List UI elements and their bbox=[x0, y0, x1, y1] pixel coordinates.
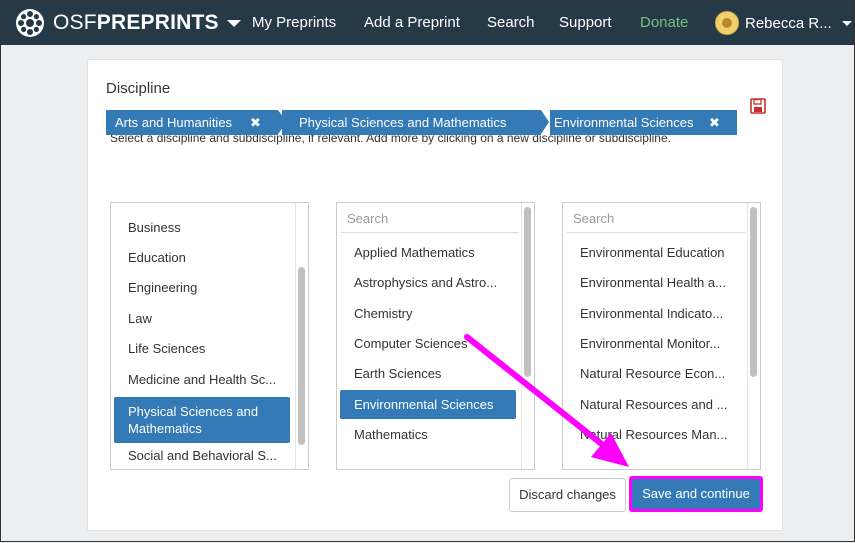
list-item[interactable]: Education bbox=[128, 250, 288, 265]
list-item[interactable]: Medicine and Health Sc... bbox=[128, 372, 288, 387]
list-item-selected[interactable]: Physical Sciences and Mathematics bbox=[114, 397, 290, 443]
sub-subdiscipline-list[interactable]: Search Environmental Education Environme… bbox=[562, 202, 761, 470]
list-item[interactable]: Natural Resources Man... bbox=[580, 427, 740, 442]
list-item[interactable]: Engineering bbox=[128, 280, 288, 295]
list-item[interactable]: Environmental Health a... bbox=[580, 275, 740, 290]
list-item[interactable]: Earth Sciences bbox=[354, 366, 514, 381]
osf-logo-icon bbox=[16, 9, 44, 37]
list-item[interactable]: Environmental Indicato... bbox=[580, 306, 740, 321]
save-and-continue-button[interactable]: Save and continue bbox=[629, 476, 763, 512]
brand-name: OSFPREPRINTS bbox=[53, 11, 219, 35]
top-navbar: OSFPREPRINTS My Preprints Add a Preprint… bbox=[1, 1, 854, 45]
list-item-selected[interactable]: Environmental Sciences bbox=[340, 390, 516, 419]
scrollbar-thumb[interactable] bbox=[750, 207, 757, 377]
list-item[interactable]: Natural Resources and ... bbox=[580, 397, 740, 412]
scrollbar-track bbox=[747, 203, 748, 469]
nav-search[interactable]: Search bbox=[487, 1, 535, 45]
list-item[interactable]: Astrophysics and Astro... bbox=[354, 275, 514, 290]
list-item[interactable]: Computer Sciences bbox=[354, 336, 514, 351]
brand-name-light: OSF bbox=[53, 11, 97, 34]
list-item[interactable]: Natural Resource Econ... bbox=[580, 366, 740, 381]
scrollbar-track bbox=[295, 203, 296, 469]
search-input[interactable]: Search bbox=[341, 205, 519, 233]
list-item[interactable]: Chemistry bbox=[354, 306, 514, 321]
close-icon[interactable]: ✖ bbox=[709, 110, 720, 135]
list-item[interactable]: Law bbox=[128, 311, 288, 326]
breadcrumb-separator bbox=[541, 110, 549, 134]
chevron-down-icon bbox=[226, 19, 241, 27]
close-icon[interactable]: ✖ bbox=[250, 110, 261, 135]
nav-support[interactable]: Support bbox=[559, 1, 612, 45]
list-item[interactable]: Environmental Monitor... bbox=[580, 336, 740, 351]
tag-label: Environmental Sciences bbox=[554, 115, 694, 130]
brand-menu[interactable]: OSFPREPRINTS bbox=[15, 8, 241, 38]
nav-donate[interactable]: Donate bbox=[640, 1, 688, 45]
scrollbar-thumb[interactable] bbox=[298, 267, 305, 445]
user-menu[interactable]: Rebecca R... bbox=[715, 1, 852, 45]
list-item[interactable]: Environmental Education bbox=[580, 245, 740, 260]
list-item[interactable]: Mathematics bbox=[354, 427, 514, 442]
nav-add-preprint[interactable]: Add a Preprint bbox=[364, 1, 460, 45]
list-item[interactable]: Business bbox=[128, 220, 288, 235]
search-input[interactable]: Search bbox=[567, 205, 745, 233]
nav-my-preprints[interactable]: My Preprints bbox=[252, 1, 336, 45]
user-name: Rebecca R... bbox=[745, 14, 832, 32]
list-item[interactable]: Social and Behavioral S... bbox=[128, 448, 288, 463]
discipline-tag-environmental-sciences[interactable]: Environmental Sciences ✖ bbox=[550, 110, 737, 135]
panel-title: Discipline bbox=[106, 80, 171, 97]
floppy-disk-icon[interactable] bbox=[750, 98, 766, 114]
brand-name-bold: PREPRINTS bbox=[96, 11, 219, 34]
discipline-list[interactable]: Business Education Engineering Law Life … bbox=[110, 202, 309, 470]
subdiscipline-list[interactable]: Search Applied Mathematics Astrophysics … bbox=[336, 202, 535, 470]
tag-label: Arts and Humanities bbox=[115, 115, 233, 130]
scrollbar-track bbox=[521, 203, 522, 469]
discard-changes-button[interactable]: Discard changes bbox=[509, 478, 626, 512]
scrollbar-thumb[interactable] bbox=[524, 207, 531, 377]
list-item[interactable]: Applied Mathematics bbox=[354, 245, 514, 260]
tag-label: Physical Sciences and Mathematics bbox=[299, 115, 507, 130]
list-item[interactable]: Life Sciences bbox=[128, 341, 288, 356]
discipline-tag-arts-humanities[interactable]: Arts and Humanities ✖ bbox=[106, 110, 278, 135]
discipline-tag-physical-sciences[interactable]: Physical Sciences and Mathematics bbox=[282, 110, 541, 135]
breadcrumb-separator bbox=[278, 110, 287, 134]
chevron-down-icon bbox=[841, 20, 852, 26]
avatar bbox=[715, 11, 739, 35]
